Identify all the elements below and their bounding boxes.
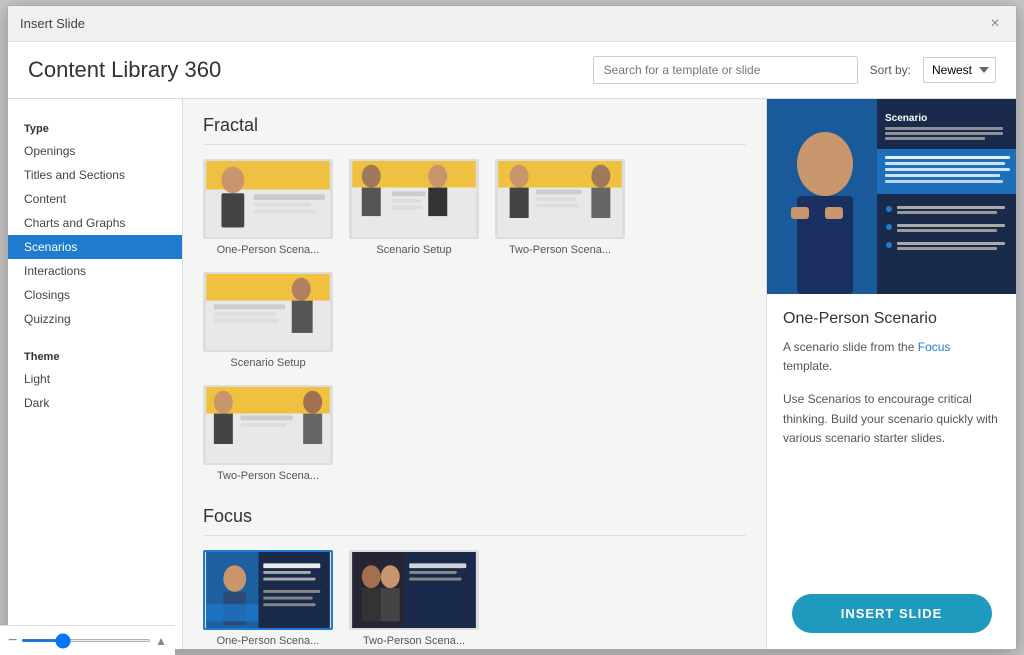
sidebar-item-dark[interactable]: Dark [8,391,182,415]
slide-card[interactable]: Scenario Setup [349,159,479,256]
thumb-svg [205,274,331,350]
panel-footer: INSERT SLIDE [767,578,1016,649]
slide-card[interactable]: Scenario Setup [203,272,333,369]
slide-thumbnail [203,550,333,630]
thumb-svg [351,161,477,237]
svg-text:Scenario: Scenario [885,113,927,124]
thumb-svg [205,552,331,628]
content-scroll: Fractal [183,99,766,649]
sort-select[interactable]: Newest Oldest A-Z Z-A [923,57,996,83]
right-panel: Scenario [766,99,1016,649]
panel-desc2: Use Scenarios to encourage critical thin… [783,390,1000,448]
panel-info: One-Person Scenario A scenario slide fro… [767,294,1016,578]
dialog-titlebar: Insert Slide × [8,6,1016,42]
slide-card[interactable]: Two-Person Scena... [495,159,625,256]
zoom-out-icon[interactable]: − [8,632,17,650]
header-controls: Sort by: Newest Oldest A-Z Z-A [593,56,996,84]
section-title-focus: Focus [203,506,746,536]
sidebar-item-charts-graphs[interactable]: Charts and Graphs [8,211,182,235]
slide-label: Scenario Setup [203,357,333,369]
sidebar-item-titles-sections[interactable]: Titles and Sections [8,163,182,187]
dialog-title: Insert Slide [20,16,85,31]
slide-thumbnail [203,385,333,465]
section-title-fractal: Fractal [203,115,746,145]
sidebar-item-openings[interactable]: Openings [8,139,182,163]
slide-thumbnail [203,272,333,352]
panel-desc-link[interactable]: Focus [918,340,951,354]
sidebar-item-content[interactable]: Content [8,187,182,211]
thumb-svg [205,161,331,237]
zoom-in-icon[interactable]: ▲ [155,634,167,648]
sidebar-item-scenarios[interactable]: Scenarios [8,235,182,259]
slide-label: One-Person Scena... [203,244,333,256]
thumb-svg [205,387,331,463]
main-body: Type Openings Titles and Sections Conten… [8,99,1016,649]
slide-label: Two-Person Scena... [495,244,625,256]
preview-image: Scenario [767,99,1016,294]
slide-thumbnail [349,550,479,630]
slide-thumbnail [495,159,625,239]
slide-card[interactable]: Two-Person Scena... [349,550,479,647]
close-button[interactable]: × [986,15,1004,33]
sidebar: Type Openings Titles and Sections Conten… [8,99,183,649]
thumb-svg [351,552,477,628]
slide-label: One-Person Scena... [203,635,333,647]
type-section-label: Type [8,113,182,139]
sidebar-item-light[interactable]: Light [8,367,182,391]
insert-slide-button[interactable]: INSERT SLIDE [792,594,992,633]
section-focus: Focus [203,506,746,647]
panel-desc-part2: template. [783,359,832,373]
fractal-slides-grid-2: Two-Person Scena... [203,385,746,482]
zoom-slider[interactable] [21,639,151,642]
slide-card[interactable]: One-Person Scena... [203,159,333,256]
slide-thumbnail [349,159,479,239]
thumb-svg [497,161,623,237]
panel-slide-title: One-Person Scenario [783,310,1000,328]
header-bar: Content Library 360 Sort by: Newest Olde… [8,42,1016,99]
sort-label: Sort by: [870,63,911,77]
content-area[interactable]: Fractal [183,99,766,649]
insert-slide-dialog: Insert Slide × Content Library 360 Sort … [7,5,1017,650]
theme-section-label: Theme [8,341,182,367]
focus-slides-grid: One-Person Scena... [203,550,746,647]
sidebar-item-closings[interactable]: Closings [8,283,182,307]
slide-label: Scenario Setup [349,244,479,256]
section-fractal: Fractal [203,115,746,482]
slide-label: Two-Person Scena... [349,635,479,647]
zoom-controls: − ▲ [8,625,175,649]
sidebar-item-interactions[interactable]: Interactions [8,259,182,283]
preview-svg: Scenario [767,99,1016,294]
fractal-slides-grid: One-Person Scena... [203,159,746,369]
slide-card-selected[interactable]: One-Person Scena... [203,550,333,647]
app-title: Content Library 360 [28,57,221,83]
search-input[interactable] [593,56,858,84]
slide-label: Two-Person Scena... [203,470,333,482]
sidebar-item-quizzing[interactable]: Quizzing [8,307,182,331]
panel-desc-part1: A scenario slide from the [783,340,918,354]
slide-card[interactable]: Two-Person Scena... [203,385,333,482]
slide-thumbnail [203,159,333,239]
panel-desc: A scenario slide from the Focus template… [783,338,1000,376]
